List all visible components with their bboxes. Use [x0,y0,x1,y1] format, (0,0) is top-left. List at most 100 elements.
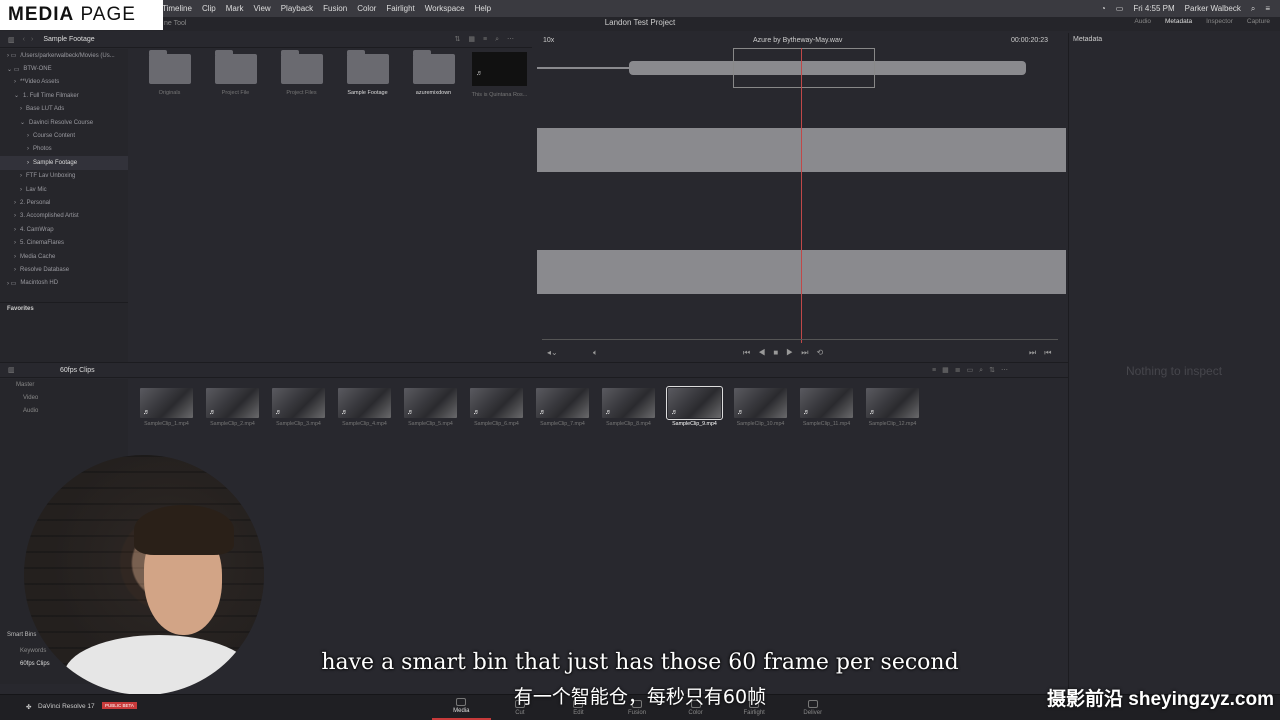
clip-thumbnail[interactable]: ♬ SampleClip_4.mp4 [338,388,391,438]
tree-label: Resolve Database [20,266,70,273]
volume-icon[interactable]: 🔈︎ [593,348,598,358]
clip-label: SampleClip_3.mp4 [276,421,321,427]
tree-item[interactable]: ⌄ ▭ BTW-ONE [0,62,128,75]
playback-buttons[interactable]: ⏮◀■▶⏭⟲ [743,348,831,358]
viewer-clip-name[interactable]: Azure by Bytheway-May.wav [753,37,842,44]
zoom-region[interactable] [733,48,875,88]
timecode[interactable]: 00:00:20:23 [1011,37,1048,44]
bin-master[interactable]: Master [0,379,128,392]
tree-item[interactable]: › FTF Lav Unboxing [0,170,128,183]
tree-item[interactable]: › **Video Assets [0,76,128,89]
clip-thumbnail[interactable]: ♬ SampleClip_3.mp4 [272,388,325,438]
tree-label: Lav Mic [26,186,47,193]
folder-item-selected[interactable]: Sample Footage [341,48,394,108]
folder-label: Sample Footage [347,90,388,96]
clip-thumbnail[interactable]: ♬ SampleClip_8.mp4 [602,388,655,438]
scrub-bar[interactable] [542,339,1058,340]
clip-label: SampleClip_4.mp4 [342,421,387,427]
panel-toggle-icon[interactable]: ▥ [8,366,15,374]
tree-item[interactable]: ⌄ 1. Full Time Filmaker [0,89,128,102]
tree-item[interactable]: › Base LUT Ads [0,103,128,116]
menu-mark[interactable]: Mark [226,4,244,13]
user-name[interactable]: Parker Walbeck [1185,4,1241,13]
playhead[interactable] [801,48,802,343]
view-options-icon[interactable]: ⇅▦≡⌕⋯ [455,35,522,44]
clip-preview: ♬ [734,388,787,418]
audio-meter-icon[interactable]: ◂⌄ [547,348,558,357]
zoom-level[interactable]: 10x [543,37,554,44]
folder-item[interactable]: Originals [143,48,196,108]
folder-item[interactable]: Project Files [275,48,328,108]
tree-item[interactable]: › Resolve Database [0,263,128,276]
clip-thumbnail[interactable]: ♬ SampleClip_10.mp4 [734,388,787,438]
menu-help[interactable]: Help [475,4,491,13]
tree-item-sample-footage[interactable]: › Sample Footage [0,156,128,170]
tree-item[interactable]: › 5. CinemaFlares [0,236,128,249]
clip-thumbnail[interactable]: ♬ SampleClip_12.mp4 [866,388,919,438]
audio-note-icon: ♬ [341,409,348,416]
tree-item[interactable]: › 4. CamWrap [0,223,128,236]
panel-toggle-icon[interactable]: ▥ [8,36,15,44]
tree-item[interactable]: › Photos [0,143,128,156]
audio-file-item[interactable]: ♬ This is Quintana Ros... [472,48,527,108]
clip-preview: ♬ [338,388,391,418]
control-center-icon[interactable]: ≡ [1265,4,1270,13]
tree-item[interactable]: › Media Cache [0,250,128,263]
tree-item[interactable]: › Lav Mic [0,183,128,196]
audio-tab[interactable]: Audio [1134,18,1151,25]
tree-item[interactable]: › 2. Personal [0,196,128,209]
bin-audio[interactable]: Audio [0,405,128,418]
tree-label: Davinci Resolve Course [29,119,94,126]
clip-thumbnail[interactable]: ♬ SampleClip_9.mp4 [666,386,723,438]
tree-item[interactable]: › ▭ Macintosh HD [0,277,128,290]
tree-item[interactable]: ⌄ Davinci Resolve Course [0,116,128,129]
menu-timeline[interactable]: Timeline [162,4,192,13]
clip-label: SampleClip_7.mp4 [540,421,585,427]
tree-item[interactable]: › ▭ /Users/parkerwalbeck/Movies (Us... [0,49,128,62]
folder-icon [412,50,455,84]
audio-note-icon: ♬ [473,409,480,416]
folder-item[interactable]: azuremixdown [407,48,460,108]
tree-label: /Users/parkerwalbeck/Movies (Us... [20,52,115,59]
clip-thumbnail[interactable]: ♬ SampleClip_2.mp4 [206,388,259,438]
media-pool-header: ▥ 60fps Clips ≡▦≣▭⌕⇅⋯ [0,362,1068,378]
clock[interactable]: Fri 4:55 PM [1133,4,1174,13]
menu-workspace[interactable]: Workspace [425,4,465,13]
wifi-icon[interactable]: ◔ [1101,4,1106,13]
search-icon[interactable]: ⌕ [1251,4,1255,14]
audio-thumbnail: ♬ [472,52,527,86]
capture-tab[interactable]: Capture [1247,18,1270,25]
clip-thumbnail[interactable]: ♬ SampleClip_11.mp4 [800,388,853,438]
folder-item[interactable]: Project File [209,48,262,108]
inspector-tab[interactable]: Inspector [1206,18,1233,25]
clip-thumbnail[interactable]: ♬ SampleClip_7.mp4 [536,388,589,438]
mark-in-out-icon[interactable]: ⏭⏮ [1029,348,1059,358]
audio-note-icon: ♬ [737,409,744,416]
menu-clip[interactable]: Clip [202,4,216,13]
badge-bold: MEDIA [8,4,75,25]
toolbar-right: Audio Metadata Inspector Capture [1134,18,1270,25]
tree-label: Base LUT Ads [26,106,65,113]
viewer-header: 10x Azure by Bytheway-May.wav 00:00:20:2… [535,33,1067,47]
menu-color[interactable]: Color [357,4,376,13]
menu-fusion[interactable]: Fusion [323,4,347,13]
tree-item[interactable]: › Course Content [0,129,128,142]
clip-thumbnail[interactable]: ♬ SampleClip_1.mp4 [140,388,193,438]
presenter-hair [134,505,234,555]
clip-thumbnail[interactable]: ♬ SampleClip_5.mp4 [404,388,457,438]
subtitle-english: have a smart bin that just has those 60 … [321,650,959,675]
menu-fairlight[interactable]: Fairlight [386,4,414,13]
clip-thumbnail[interactable]: ♬ SampleClip_6.mp4 [470,388,523,438]
pool-view-options-icon[interactable]: ≡▦≣▭⌕⇅⋯ [932,366,1014,375]
menu-view[interactable]: View [254,4,271,13]
back-icon[interactable]: ‹ [23,36,25,43]
bin-video[interactable]: Video [0,392,128,405]
clip-preview: ♬ [602,388,655,418]
menu-playback[interactable]: Playback [281,4,313,13]
audio-note-icon: ♬ [803,409,810,416]
tree-item[interactable]: › 3. Accomplished Artist [0,210,128,223]
toolbar-left-label[interactable]: ne Tool [164,20,186,27]
battery-icon[interactable]: ▭ [1116,4,1124,13]
metadata-tab[interactable]: Metadata [1165,18,1192,25]
forward-icon[interactable]: › [31,36,33,43]
